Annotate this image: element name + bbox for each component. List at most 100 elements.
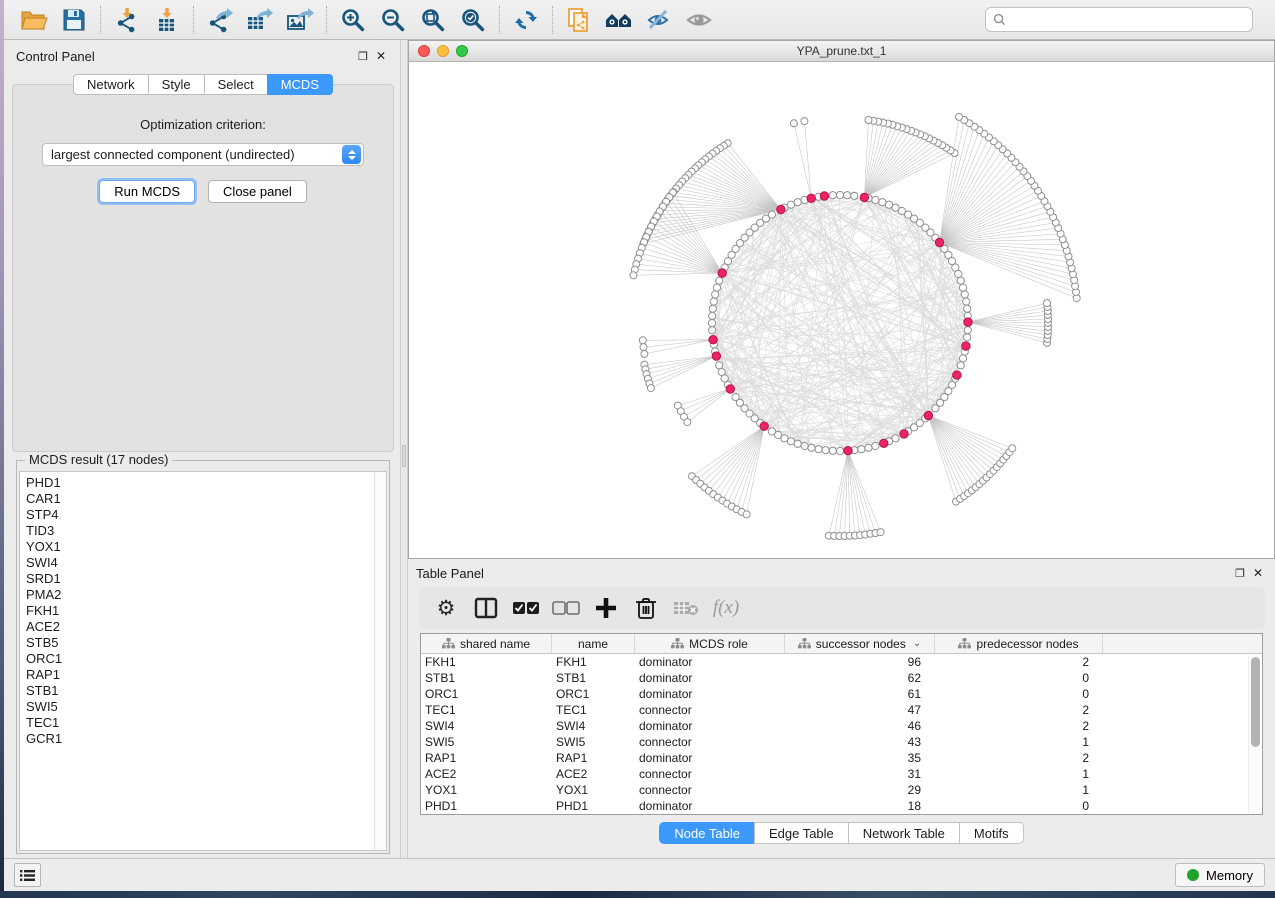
- network-overview-button[interactable]: [599, 3, 639, 37]
- cell-shared-name[interactable]: SWI5: [421, 735, 552, 749]
- tab-style[interactable]: Style: [148, 74, 204, 95]
- cell-shared-name[interactable]: SWI4: [421, 719, 552, 733]
- tab-network-table[interactable]: Network Table: [848, 822, 959, 844]
- table-row[interactable]: ORC1ORC1dominator610: [421, 686, 1262, 702]
- run-mcds-button[interactable]: Run MCDS: [99, 180, 195, 203]
- mcds-result-item[interactable]: FKH1: [26, 603, 374, 619]
- cell-mcds-role[interactable]: dominator: [635, 687, 785, 701]
- column-header-shared-name[interactable]: shared name: [421, 634, 552, 653]
- table-row[interactable]: YOX1YOX1connector291: [421, 782, 1262, 798]
- mcds-result-item[interactable]: TEC1: [26, 715, 374, 731]
- cell-successor-nodes[interactable]: 18: [785, 799, 935, 813]
- cell-shared-name[interactable]: PHD1: [421, 799, 552, 813]
- cell-name[interactable]: ACE2: [552, 767, 635, 781]
- window-close-icon[interactable]: [418, 45, 430, 57]
- cell-mcds-role[interactable]: connector: [635, 783, 785, 797]
- cell-name[interactable]: STB1: [552, 671, 635, 685]
- import-network-button[interactable]: [107, 3, 147, 37]
- table-scrollbar[interactable]: [1248, 655, 1261, 813]
- table-row[interactable]: ACE2ACE2connector311: [421, 766, 1262, 782]
- column-layout-button[interactable]: [468, 592, 504, 624]
- export-network-button[interactable]: [200, 3, 240, 37]
- cell-shared-name[interactable]: ORC1: [421, 687, 552, 701]
- mcds-result-item[interactable]: YOX1: [26, 539, 374, 555]
- mcds-result-item[interactable]: CAR1: [26, 491, 374, 507]
- cell-name[interactable]: YOX1: [552, 783, 635, 797]
- table-panel-close-icon[interactable]: ✕: [1249, 565, 1267, 581]
- cell-name[interactable]: SWI4: [552, 719, 635, 733]
- cell-predecessor-nodes[interactable]: 0: [935, 799, 1103, 813]
- window-minimize-icon[interactable]: [437, 45, 449, 57]
- cell-successor-nodes[interactable]: 46: [785, 719, 935, 733]
- cell-name[interactable]: RAP1: [552, 751, 635, 765]
- export-table-button[interactable]: [240, 3, 280, 37]
- cell-predecessor-nodes[interactable]: 1: [935, 783, 1103, 797]
- cell-predecessor-nodes[interactable]: 1: [935, 767, 1103, 781]
- cell-shared-name[interactable]: TEC1: [421, 703, 552, 717]
- hide-panel-button[interactable]: [639, 3, 679, 37]
- table-row[interactable]: RAP1RAP1dominator352: [421, 750, 1262, 766]
- network-graph[interactable]: [409, 62, 1272, 558]
- mcds-list-scrollbar[interactable]: [374, 472, 386, 850]
- cell-shared-name[interactable]: FKH1: [421, 655, 552, 669]
- table-row[interactable]: TEC1TEC1connector472: [421, 702, 1262, 718]
- cell-successor-nodes[interactable]: 47: [785, 703, 935, 717]
- import-table-button[interactable]: [147, 3, 187, 37]
- cell-mcds-role[interactable]: dominator: [635, 671, 785, 685]
- cell-shared-name[interactable]: STB1: [421, 671, 552, 685]
- cell-mcds-role[interactable]: dominator: [635, 799, 785, 813]
- tab-network[interactable]: Network: [73, 74, 148, 95]
- cell-name[interactable]: FKH1: [552, 655, 635, 669]
- window-maximize-icon[interactable]: [456, 45, 468, 57]
- table-settings-gear-button[interactable]: ⚙: [428, 592, 464, 624]
- add-column-button[interactable]: [588, 592, 624, 624]
- mcds-result-item[interactable]: SWI5: [26, 699, 374, 715]
- mcds-result-item[interactable]: SRD1: [26, 571, 374, 587]
- cell-successor-nodes[interactable]: 62: [785, 671, 935, 685]
- mcds-result-list[interactable]: PHD1CAR1STP4TID3YOX1SWI4SRD1PMA2FKH1ACE2…: [20, 472, 374, 850]
- cell-predecessor-nodes[interactable]: 2: [935, 719, 1103, 733]
- cell-successor-nodes[interactable]: 43: [785, 735, 935, 749]
- cell-mcds-role[interactable]: dominator: [635, 719, 785, 733]
- cell-name[interactable]: PHD1: [552, 799, 635, 813]
- column-header-successor-nodes[interactable]: successor nodes⌄: [785, 634, 935, 653]
- zoom-in-button[interactable]: [333, 3, 373, 37]
- cell-name[interactable]: TEC1: [552, 703, 635, 717]
- control-panel-float-icon[interactable]: ❐: [354, 48, 372, 64]
- mcds-result-item[interactable]: STB5: [26, 635, 374, 651]
- search-field[interactable]: [985, 7, 1253, 32]
- delete-column-button[interactable]: [628, 592, 664, 624]
- export-image-button[interactable]: [280, 3, 320, 37]
- control-panel-close-icon[interactable]: ✕: [372, 48, 390, 64]
- mcds-result-item[interactable]: PMA2: [26, 587, 374, 603]
- network-window-titlebar[interactable]: YPA_prune.txt_1: [409, 41, 1274, 62]
- task-history-button[interactable]: [14, 863, 41, 887]
- mcds-result-item[interactable]: RAP1: [26, 667, 374, 683]
- table-scrollbar-thumb[interactable]: [1251, 657, 1260, 747]
- refresh-button[interactable]: [506, 3, 546, 37]
- zoom-selected-button[interactable]: [453, 3, 493, 37]
- copy-network-button[interactable]: [559, 3, 599, 37]
- cell-mcds-role[interactable]: dominator: [635, 655, 785, 669]
- tab-node-table[interactable]: Node Table: [659, 822, 754, 844]
- splitter-grip[interactable]: [402, 445, 406, 467]
- select-all-rows-button[interactable]: [508, 592, 544, 624]
- table-row[interactable]: PHD1PHD1dominator180: [421, 798, 1262, 814]
- save-session-button[interactable]: [54, 3, 94, 37]
- network-canvas[interactable]: [409, 62, 1274, 558]
- mcds-result-item[interactable]: STB1: [26, 683, 374, 699]
- cell-predecessor-nodes[interactable]: 1: [935, 735, 1103, 749]
- cell-predecessor-nodes[interactable]: 2: [935, 655, 1103, 669]
- zoom-fit-button[interactable]: [413, 3, 453, 37]
- cell-shared-name[interactable]: ACE2: [421, 767, 552, 781]
- table-row[interactable]: FKH1FKH1dominator962: [421, 654, 1262, 670]
- column-header-predecessor-nodes[interactable]: predecessor nodes: [935, 634, 1103, 653]
- cell-successor-nodes[interactable]: 31: [785, 767, 935, 781]
- zoom-out-button[interactable]: [373, 3, 413, 37]
- panel-splitter[interactable]: [400, 40, 408, 858]
- table-panel-float-icon[interactable]: ❐: [1231, 565, 1249, 581]
- mcds-result-item[interactable]: SWI4: [26, 555, 374, 571]
- cell-mcds-role[interactable]: dominator: [635, 751, 785, 765]
- optimization-criterion-dropdown[interactable]: largest connected component (undirected): [42, 143, 364, 166]
- column-header-name[interactable]: name: [552, 634, 635, 653]
